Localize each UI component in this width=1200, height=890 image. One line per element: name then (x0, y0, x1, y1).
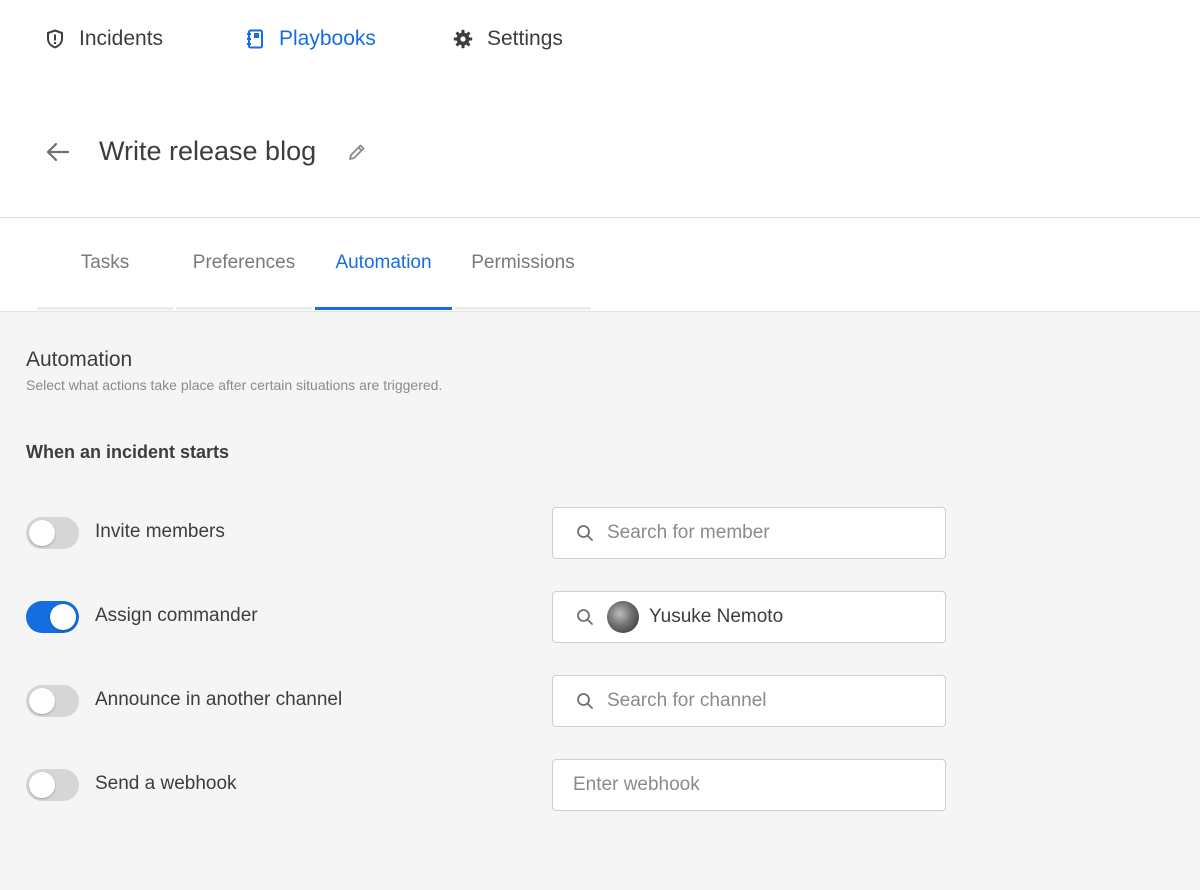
commander-select-input[interactable]: Yusuke Nemoto (552, 591, 946, 643)
invite-members-toggle[interactable] (26, 517, 79, 549)
page-title: Write release blog (99, 136, 317, 166)
input-placeholder: Search for member (607, 522, 770, 543)
member-search-input[interactable]: Search for member (552, 507, 946, 559)
nav-label: Playbooks (279, 27, 376, 50)
edit-title-button[interactable] (345, 142, 369, 166)
input-placeholder: Enter webhook (573, 774, 700, 795)
toggle-knob (29, 772, 55, 798)
automation-row-assign-commander: Assign commander Yusuke Nemoto (0, 591, 1200, 643)
tab-bar: Tasks Preferences Automation Permissions (0, 218, 1200, 311)
toggle-knob (29, 688, 55, 714)
automation-row-send-webhook: Send a webhook Enter webhook (0, 759, 1200, 811)
shield-alert-icon (45, 29, 65, 49)
avatar (607, 601, 639, 633)
nav-label: Incidents (79, 27, 164, 50)
nav-item-playbooks[interactable]: Playbooks (245, 24, 376, 54)
input-placeholder: Search for channel (607, 690, 767, 711)
send-webhook-toggle[interactable] (26, 769, 79, 801)
tab-automation[interactable]: Automation (315, 218, 452, 310)
announce-channel-toggle[interactable] (26, 685, 79, 717)
automation-row-invite-members: Invite members Search for member (0, 507, 1200, 559)
tab-permissions[interactable]: Permissions (455, 218, 591, 310)
automation-panel: Automation Select what actions take plac… (0, 311, 1200, 890)
row-label: Assign commander (95, 605, 258, 626)
row-label: Invite members (95, 521, 225, 542)
group-title: When an incident starts (26, 442, 230, 462)
channel-search-input[interactable]: Search for channel (552, 675, 946, 727)
back-button[interactable] (44, 140, 72, 168)
row-label: Announce in another channel (95, 689, 343, 710)
top-nav: Incidents Playbooks Settings (0, 0, 1200, 78)
nav-label: Settings (487, 27, 563, 50)
arrow-left-icon (46, 142, 70, 167)
tab-preferences[interactable]: Preferences (176, 218, 312, 310)
selected-commander: Yusuke Nemoto (649, 606, 784, 627)
search-icon (575, 691, 595, 711)
automation-row-announce-channel: Announce in another channel Search for c… (0, 675, 1200, 727)
section-title: Automation (26, 348, 133, 371)
gear-icon (453, 29, 473, 49)
toggle-knob (29, 520, 55, 546)
pencil-icon (347, 142, 367, 167)
tab-tasks[interactable]: Tasks (37, 218, 173, 310)
assign-commander-toggle[interactable] (26, 601, 79, 633)
nav-item-incidents[interactable]: Incidents (45, 24, 163, 54)
page-header: Write release blog (0, 128, 1200, 180)
search-icon (575, 523, 595, 543)
search-icon (575, 607, 595, 627)
row-label: Send a webhook (95, 773, 237, 794)
section-subtitle: Select what actions take place after cer… (26, 377, 443, 393)
notebook-icon (245, 29, 265, 49)
toggle-knob (50, 604, 76, 630)
webhook-input[interactable]: Enter webhook (552, 759, 946, 811)
nav-item-settings[interactable]: Settings (453, 24, 563, 54)
